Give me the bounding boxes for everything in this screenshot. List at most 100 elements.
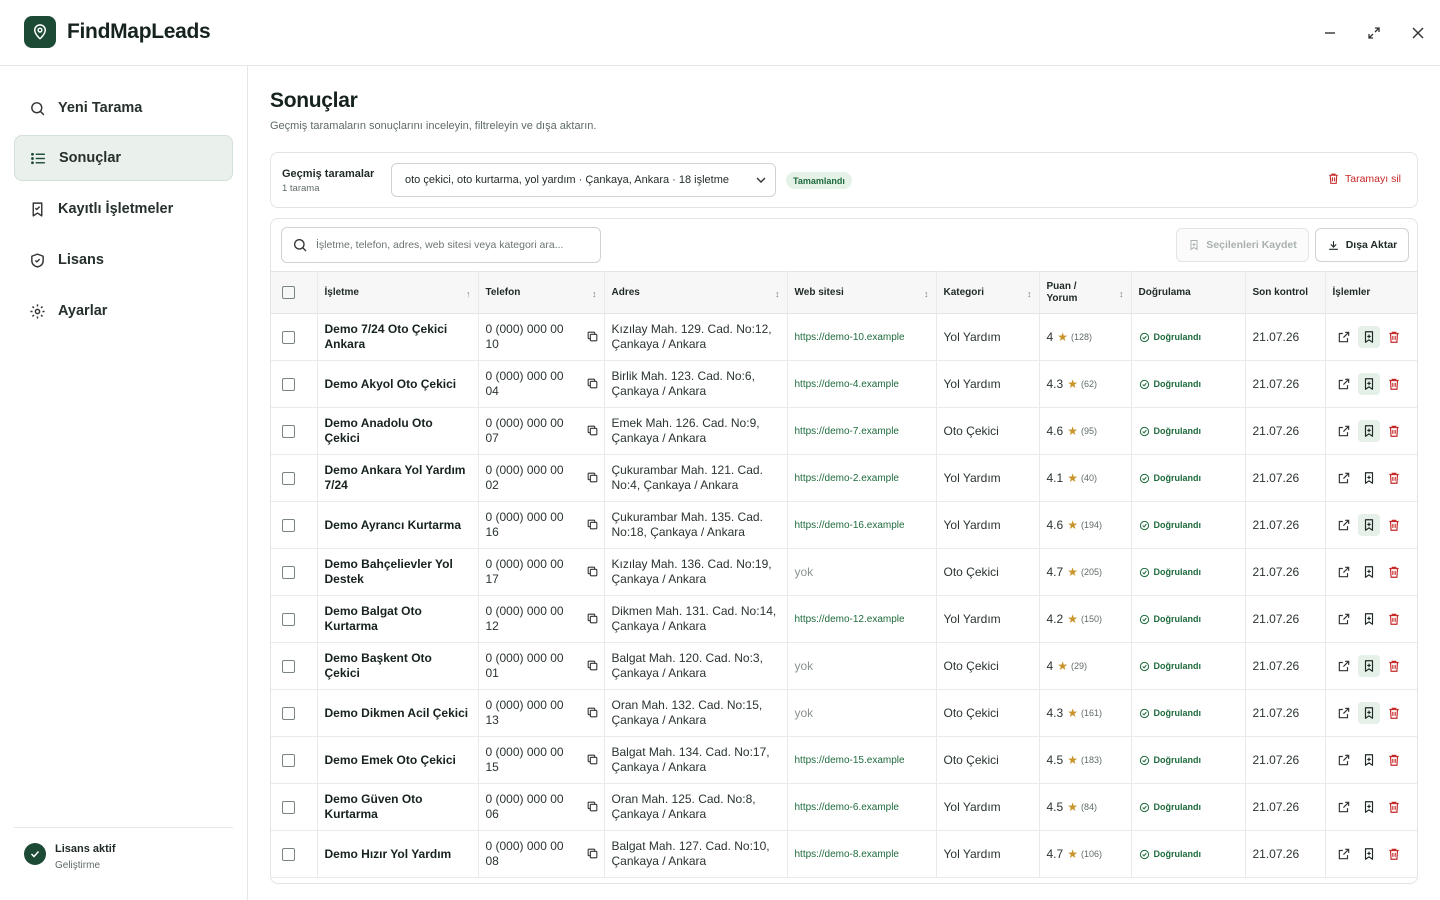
row-checkbox[interactable]	[282, 800, 295, 814]
external-link-icon[interactable]	[1333, 373, 1355, 395]
row-checkbox[interactable]	[282, 377, 295, 391]
trash-icon[interactable]	[1383, 843, 1405, 865]
row-select-cell[interactable]	[271, 313, 318, 361]
website-link[interactable]: https://demo-7.example	[795, 426, 900, 437]
website-link[interactable]: https://demo-16.example	[795, 520, 905, 531]
trash-icon[interactable]	[1383, 561, 1405, 583]
external-link-icon[interactable]	[1333, 514, 1355, 536]
sidebar-item-license[interactable]: Lisans	[14, 237, 233, 283]
trash-icon[interactable]	[1383, 608, 1405, 630]
row-select-cell[interactable]	[271, 407, 318, 455]
row-select-cell[interactable]	[271, 830, 318, 878]
copy-icon[interactable]	[586, 565, 599, 582]
bookmark-icon[interactable]	[1358, 467, 1380, 489]
header-category[interactable]: Kategori ↕	[936, 271, 1040, 314]
copy-icon[interactable]	[586, 800, 599, 817]
row-select-cell[interactable]	[271, 501, 318, 549]
external-link-icon[interactable]	[1333, 561, 1355, 583]
copy-icon[interactable]	[586, 659, 599, 676]
close-button[interactable]	[1407, 22, 1429, 44]
bookmark-icon[interactable]	[1357, 420, 1380, 442]
save-selected-button[interactable]: Seçilenleri Kaydet	[1176, 228, 1309, 262]
header-phone[interactable]: Telefon ↕	[478, 271, 605, 314]
header-rating[interactable]: Puan / Yorum ↕	[1039, 271, 1132, 314]
row-checkbox[interactable]	[282, 659, 295, 673]
copy-icon[interactable]	[586, 424, 599, 441]
website-link[interactable]: https://demo-8.example	[795, 849, 900, 860]
external-link-icon[interactable]	[1333, 843, 1355, 865]
copy-icon[interactable]	[586, 753, 599, 770]
copy-icon[interactable]	[586, 377, 599, 394]
copy-icon[interactable]	[586, 330, 599, 347]
copy-icon[interactable]	[586, 612, 599, 629]
row-select-cell[interactable]	[271, 548, 318, 596]
trash-icon[interactable]	[1383, 373, 1405, 395]
row-checkbox[interactable]	[282, 706, 295, 720]
sidebar-item-results[interactable]: Sonuçlar	[14, 135, 233, 181]
row-checkbox[interactable]	[282, 565, 295, 579]
copy-icon[interactable]	[586, 847, 599, 864]
external-link-icon[interactable]	[1333, 796, 1355, 818]
external-link-icon[interactable]	[1333, 467, 1355, 489]
search-input[interactable]	[316, 239, 586, 251]
row-checkbox[interactable]	[282, 471, 295, 485]
external-link-icon[interactable]	[1333, 608, 1355, 630]
external-link-icon[interactable]	[1333, 420, 1355, 442]
row-checkbox[interactable]	[282, 847, 295, 861]
bookmark-icon[interactable]	[1357, 373, 1380, 395]
website-link[interactable]: https://demo-10.example	[795, 332, 905, 343]
external-link-icon[interactable]	[1333, 702, 1355, 724]
bookmark-icon[interactable]	[1357, 655, 1380, 677]
external-link-icon[interactable]	[1333, 655, 1355, 677]
row-select-cell[interactable]	[271, 360, 318, 408]
trash-icon[interactable]	[1383, 420, 1405, 442]
row-checkbox[interactable]	[282, 612, 295, 626]
row-checkbox[interactable]	[282, 518, 295, 532]
bookmark-icon[interactable]	[1357, 514, 1380, 536]
website-link[interactable]: https://demo-6.example	[795, 802, 900, 813]
trash-icon[interactable]	[1383, 749, 1405, 771]
sidebar-item-settings[interactable]: Ayarlar	[14, 288, 233, 334]
external-link-icon[interactable]	[1333, 749, 1355, 771]
select-all-checkbox[interactable]	[282, 286, 295, 299]
export-button[interactable]: Dışa Aktar	[1315, 228, 1409, 262]
row-checkbox[interactable]	[282, 753, 295, 767]
bookmark-icon[interactable]	[1358, 608, 1380, 630]
trash-icon[interactable]	[1383, 326, 1405, 348]
bookmark-icon[interactable]	[1357, 326, 1380, 348]
row-select-cell[interactable]	[271, 689, 318, 737]
trash-icon[interactable]	[1383, 514, 1405, 536]
header-website[interactable]: Web sitesi ↕	[787, 271, 937, 314]
trash-icon[interactable]	[1383, 796, 1405, 818]
copy-icon[interactable]	[586, 471, 599, 488]
row-select-cell[interactable]	[271, 454, 318, 502]
minimize-button[interactable]	[1319, 22, 1341, 44]
website-link[interactable]: https://demo-12.example	[795, 614, 905, 625]
copy-icon[interactable]	[586, 706, 599, 723]
row-checkbox[interactable]	[282, 424, 295, 438]
header-address[interactable]: Adres ↕	[604, 271, 788, 314]
website-link[interactable]: https://demo-2.example	[795, 473, 900, 484]
header-business[interactable]: İşletme ↑	[317, 271, 479, 314]
delete-scan-button[interactable]: Taramayı sil	[1327, 172, 1401, 185]
row-select-cell[interactable]	[271, 783, 318, 831]
trash-icon[interactable]	[1383, 702, 1405, 724]
row-checkbox[interactable]	[282, 330, 295, 344]
header-select-all[interactable]	[271, 271, 318, 314]
sidebar-item-new-scan[interactable]: Yeni Tarama	[14, 85, 233, 131]
bookmark-icon[interactable]	[1358, 561, 1380, 583]
row-select-cell[interactable]	[271, 642, 318, 690]
search-box[interactable]	[281, 227, 601, 263]
scan-select[interactable]: oto çekici, oto kurtarma, yol yardım · Ç…	[391, 163, 776, 197]
bookmark-icon[interactable]	[1358, 843, 1380, 865]
row-select-cell[interactable]	[271, 595, 318, 643]
website-link[interactable]: https://demo-15.example	[795, 755, 905, 766]
row-select-cell[interactable]	[271, 736, 318, 784]
website-link[interactable]: https://demo-4.example	[795, 379, 900, 390]
maximize-button[interactable]	[1363, 22, 1385, 44]
bookmark-icon[interactable]	[1358, 749, 1380, 771]
external-link-icon[interactable]	[1333, 326, 1355, 348]
bookmark-icon[interactable]	[1357, 702, 1380, 724]
trash-icon[interactable]	[1383, 467, 1405, 489]
bookmark-icon[interactable]	[1358, 796, 1380, 818]
